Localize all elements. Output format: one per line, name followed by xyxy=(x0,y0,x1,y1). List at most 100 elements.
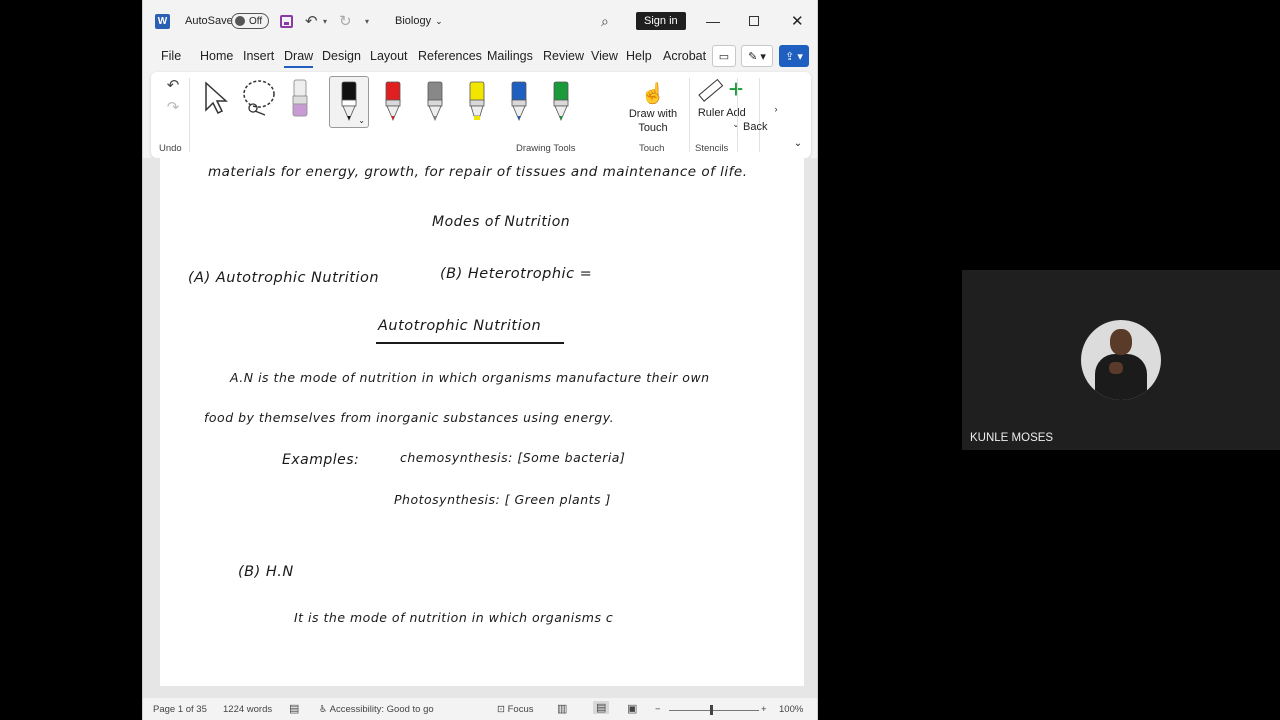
undo-icon[interactable]: ↶ xyxy=(305,0,318,42)
participant-name: KUNLE MOSES xyxy=(970,432,1054,444)
select-cursor-icon[interactable] xyxy=(199,78,231,118)
document-title-text: Biology xyxy=(395,15,432,27)
ribbon-separator xyxy=(189,78,190,152)
pencil-icon: ✎ ▾ xyxy=(748,50,766,63)
menu-insert[interactable]: Insert xyxy=(243,49,274,63)
definition-line-2: food by themselves from inorganic substa… xyxy=(204,410,615,425)
pen-icon xyxy=(427,81,443,122)
definition-line-1: A.N is the mode of nutrition in which or… xyxy=(230,370,710,385)
examples-label: Examples: xyxy=(282,452,360,468)
zoom-in-icon[interactable]: + xyxy=(761,704,767,715)
menu-review[interactable]: Review xyxy=(543,49,584,63)
avatar-hand xyxy=(1109,362,1123,374)
ribbon-undo-icon[interactable]: ↶ xyxy=(163,76,183,94)
proofing-icon[interactable]: ▤ xyxy=(289,702,299,715)
print-layout-icon[interactable]: ▤ xyxy=(593,701,610,714)
word-logo-icon: W xyxy=(155,0,170,42)
close-icon[interactable]: ✕ xyxy=(791,0,804,42)
lasso-select-icon[interactable] xyxy=(239,76,279,120)
comment-button[interactable]: ▭ xyxy=(712,45,736,67)
heading-modes-of-nutrition: Modes of Nutrition xyxy=(432,214,571,230)
ribbon-separator xyxy=(759,78,760,152)
web-layout-icon[interactable]: ▣ xyxy=(627,702,637,715)
avatar-head xyxy=(1110,329,1132,355)
share-icon: ⇪ ▾ xyxy=(785,50,803,63)
pen-dropdown-icon[interactable]: ⌄ xyxy=(358,116,365,125)
page-count[interactable]: Page 1 of 35 xyxy=(153,704,207,715)
toggle-knob-icon xyxy=(235,16,245,26)
heading-hn: (B) H.N xyxy=(238,564,294,580)
text-line-1: materials for energy, growth, for repair… xyxy=(208,164,748,180)
undo-group-label: Undo xyxy=(159,143,182,154)
example-photosynthesis: Photosynthesis: [ Green plants ] xyxy=(394,492,611,507)
editing-mode-button[interactable]: ✎ ▾ xyxy=(741,45,773,67)
search-icon[interactable]: ⌕ xyxy=(601,0,609,42)
example-chemosynthesis: chemosynthesis: [Some bacteria] xyxy=(400,450,626,465)
focus-button[interactable]: ⊡ Focus xyxy=(497,704,533,715)
participant-avatar xyxy=(1081,320,1161,400)
menu-acrobat[interactable]: Acrobat xyxy=(663,49,706,63)
word-count[interactable]: 1224 words xyxy=(223,704,272,715)
document-title[interactable]: Biology ⌄ xyxy=(395,0,443,42)
pen-2[interactable] xyxy=(373,76,413,128)
pen-6[interactable] xyxy=(541,76,581,128)
accessibility-label: Accessibility: Good to go xyxy=(329,704,434,715)
heading-autotrophic-nutrition: Autotrophic Nutrition xyxy=(378,318,542,334)
pen-icon xyxy=(553,81,569,122)
signin-button-wrap: Sign in xyxy=(636,0,686,42)
heading-underline xyxy=(376,342,564,344)
add-pen-label[interactable]: Add xyxy=(717,107,755,119)
pen-icon xyxy=(385,81,401,122)
zoom-slider-thumb[interactable] xyxy=(710,705,713,715)
read-mode-icon[interactable]: ▥ xyxy=(557,702,567,715)
hn-definition: It is the mode of nutrition in which org… xyxy=(294,610,614,625)
pen-3[interactable] xyxy=(415,76,455,128)
quick-access-dropdown-icon[interactable]: ▾ xyxy=(365,0,369,42)
menu-layout[interactable]: Layout xyxy=(370,49,408,63)
ribbon-redo-icon[interactable]: ↷ xyxy=(163,98,183,116)
autosave-label: AutoSave xyxy=(185,15,233,27)
drawing-tools-group-label: Drawing Tools xyxy=(516,143,576,154)
mode-b-heterotrophic: (B) Heterotrophic = xyxy=(440,266,593,282)
avatar-body xyxy=(1095,354,1147,400)
share-button[interactable]: ⇪ ▾ xyxy=(779,45,809,67)
menu-draw[interactable]: Draw xyxy=(284,49,314,68)
menu-references[interactable]: References xyxy=(418,49,482,63)
eraser-icon[interactable] xyxy=(285,76,315,120)
title-bar: W AutoSave Off ↶ ▾ ↻ ▾ Biology ⌄ ⌕ Sign … xyxy=(143,0,817,42)
highlighter-icon xyxy=(469,81,485,120)
zoom-level[interactable]: 100% xyxy=(779,704,803,715)
signin-button[interactable]: Sign in xyxy=(636,12,686,30)
zoom-out-icon[interactable]: − xyxy=(655,704,661,715)
add-pen-plus-icon[interactable]: + xyxy=(721,74,751,104)
zoom-slider-track[interactable] xyxy=(669,710,759,711)
add-pen-dropdown-icon[interactable]: ⌄ xyxy=(717,119,755,130)
menu-file[interactable]: File xyxy=(161,49,181,63)
autosave-state: Off xyxy=(249,15,263,27)
participant-video-tile[interactable]: KUNLE MOSES xyxy=(962,270,1280,450)
focus-label: Focus xyxy=(507,704,534,715)
pen-1[interactable]: ⌄ xyxy=(329,76,369,128)
undo-dropdown-icon[interactable]: ▾ xyxy=(323,0,327,42)
draw-ribbon: ↶ ↷ Undo ⌄ + Add ⌄ Drawing Tools xyxy=(151,72,811,158)
chevron-down-icon: ⌄ xyxy=(435,15,443,26)
document-page[interactable]: materials for energy, growth, for repair… xyxy=(160,158,804,686)
autosave-toggle[interactable]: Off xyxy=(231,0,269,42)
menu-design[interactable]: Design xyxy=(322,49,361,63)
menu-mailings[interactable]: Mailings xyxy=(487,49,533,63)
pen-icon xyxy=(511,81,527,122)
menu-help[interactable]: Help xyxy=(626,49,652,63)
redo-icon[interactable]: ↻ xyxy=(339,0,352,42)
document-area: materials for energy, growth, for repair… xyxy=(143,158,817,698)
accessibility-status[interactable]: ♿︎ Accessibility: Good to go xyxy=(319,704,434,715)
pen-4[interactable] xyxy=(457,76,497,128)
minimize-icon[interactable]: — xyxy=(706,0,720,42)
menu-home[interactable]: Home xyxy=(200,49,233,63)
word-window: W AutoSave Off ↶ ▾ ↻ ▾ Biology ⌄ ⌕ Sign … xyxy=(142,0,818,720)
maximize-icon[interactable] xyxy=(749,0,759,42)
save-icon[interactable] xyxy=(280,0,293,42)
comment-icon: ▭ xyxy=(718,50,730,63)
pen-5[interactable] xyxy=(499,76,539,128)
menu-view[interactable]: View xyxy=(591,49,618,63)
accessibility-icon: ♿︎ xyxy=(319,704,330,715)
